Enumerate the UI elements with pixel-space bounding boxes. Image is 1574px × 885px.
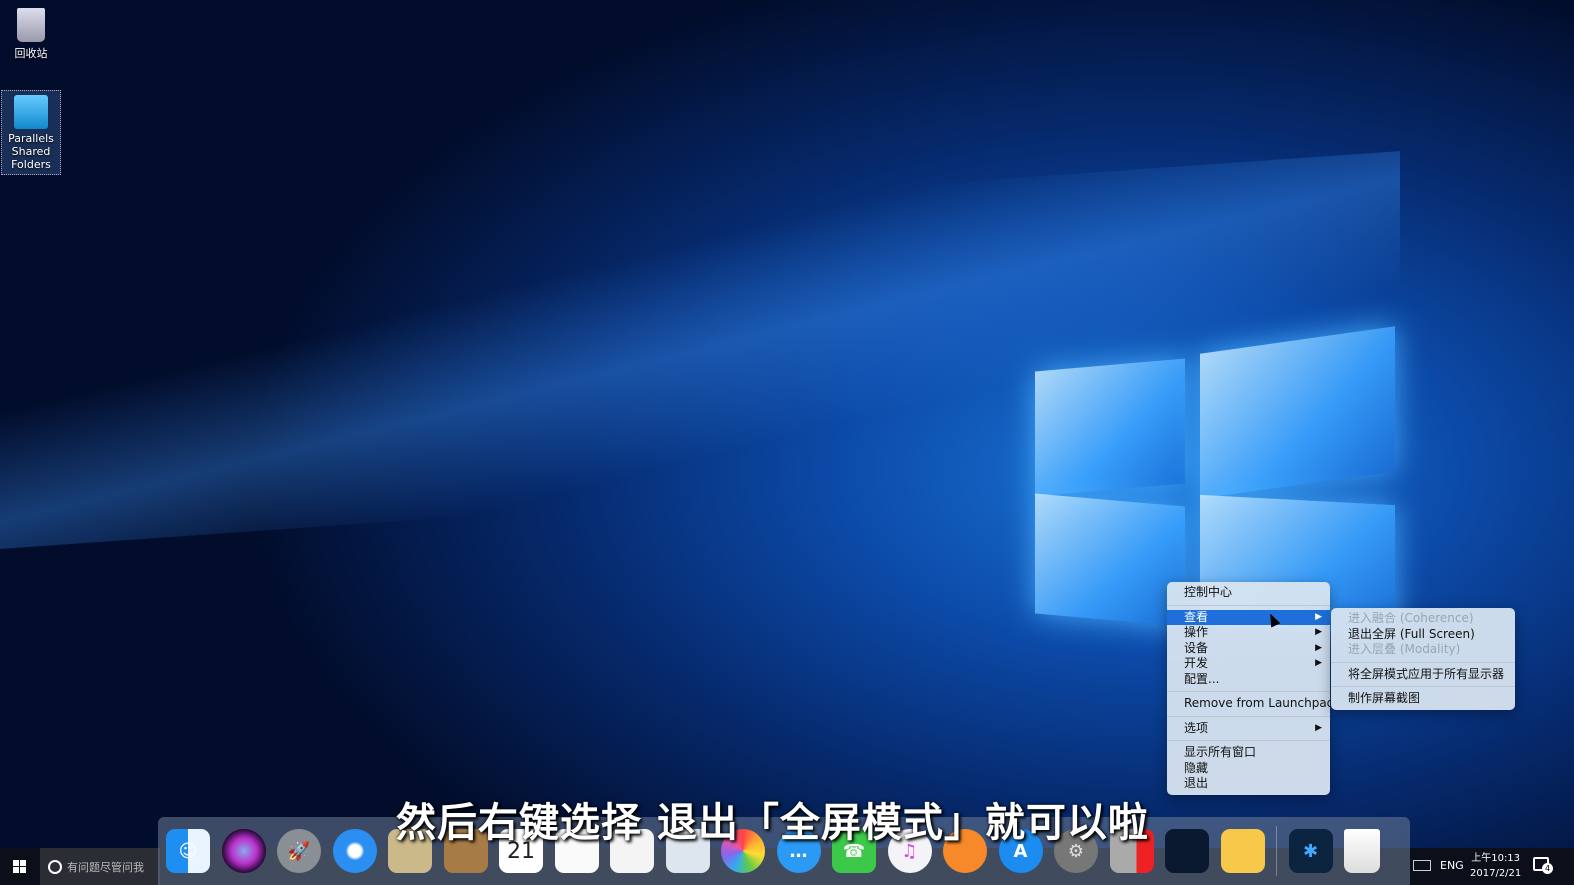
action-center-button[interactable]: 4 <box>1533 857 1553 874</box>
menu-item-options[interactable]: 选项 ▶ <box>1167 721 1330 737</box>
menu-item-actions[interactable]: 操作 ▶ <box>1167 625 1330 641</box>
menu-item-hide[interactable]: 隐藏 <box>1167 761 1330 777</box>
menu-item-remove-from-launchpad[interactable]: Remove from Launchpad <box>1167 696 1334 712</box>
windows-start-icon <box>12 860 26 873</box>
dock-siri[interactable] <box>221 829 266 873</box>
dock-launchpad[interactable]: 🚀 <box>277 829 321 873</box>
input-language[interactable]: ENG <box>1440 859 1464 872</box>
menu-item-devices[interactable]: 设备 ▶ <box>1167 641 1330 657</box>
dock-trash[interactable] <box>1344 829 1380 873</box>
video-subtitle: 然后右键选择 退出「全屏模式」就可以啦 <box>396 800 1149 846</box>
desktop-icon-recycle-bin[interactable]: 回收站 <box>1 4 61 61</box>
view-submenu: 进入融合 (Coherence) 退出全屏 (Full Screen) 进入层叠… <box>1331 608 1515 710</box>
keyboard-icon[interactable] <box>1413 860 1431 871</box>
menu-item-develop[interactable]: 开发 ▶ <box>1167 656 1330 672</box>
dock-separator <box>1276 826 1277 876</box>
context-menu: 控制中心 查看 ▶ 操作 ▶ 设备 ▶ 开发 ▶ 配置... Remove from L… <box>1167 582 1334 795</box>
submenu-arrow-icon: ▶ <box>1315 722 1322 733</box>
submenu-item-modality: 进入层叠 (Modality) <box>1348 642 1461 656</box>
clock[interactable]: 上午10:13 2017/2/21 <box>1470 851 1521 881</box>
submenu-item-exit-full-screen[interactable]: 退出全屏 (Full Screen) <box>1331 627 1515 643</box>
submenu-item-full-screen-all-displays[interactable]: 将全屏模式应用于所有显示器 <box>1331 667 1515 683</box>
submenu-arrow-icon: ▶ <box>1315 611 1322 622</box>
dock-safari[interactable] <box>332 829 377 873</box>
shared-folder-icon <box>14 95 48 129</box>
search-placeholder: 有问题尽管问我 <box>67 860 144 874</box>
dock-battle-net[interactable]: ✱ <box>1288 829 1333 873</box>
desktop-icon-parallels-shared-folders[interactable]: Parallels Shared Folders <box>1 90 61 175</box>
dock-finder[interactable]: ☺ <box>166 829 210 873</box>
dock-folder[interactable] <box>1220 829 1265 873</box>
submenu-item-take-screenshot[interactable]: 制作屏幕截图 <box>1331 691 1515 707</box>
notification-count-badge: 4 <box>1542 863 1553 874</box>
menu-item-view[interactable]: 查看 ▶ <box>1167 609 1330 625</box>
submenu-item-coherence: 进入融合 (Coherence) <box>1348 611 1474 625</box>
clock-date: 2017/2/21 <box>1470 868 1522 879</box>
icon-label: Parallels Shared Folders <box>8 132 54 171</box>
icon-label: 回收站 <box>14 47 48 60</box>
menu-item-show-all-windows[interactable]: 显示所有窗口 <box>1167 745 1330 761</box>
start-button[interactable] <box>0 848 38 885</box>
cortana-search-box[interactable]: 有问题尽管问我 <box>40 848 160 885</box>
recycle-bin-icon <box>17 8 45 42</box>
submenu-arrow-icon: ▶ <box>1315 658 1322 668</box>
clock-time: 上午10:13 <box>1471 853 1521 864</box>
menu-item-control-center[interactable]: 控制中心 <box>1167 585 1330 601</box>
menu-item-configure[interactable]: 配置... <box>1167 672 1330 688</box>
menu-item-quit[interactable]: 退出 <box>1167 776 1330 792</box>
submenu-arrow-icon: ▶ <box>1315 642 1322 653</box>
submenu-arrow-icon: ▶ <box>1315 627 1322 637</box>
dock-windows-vm[interactable] <box>1165 829 1209 873</box>
cortana-circle-icon <box>48 859 62 874</box>
